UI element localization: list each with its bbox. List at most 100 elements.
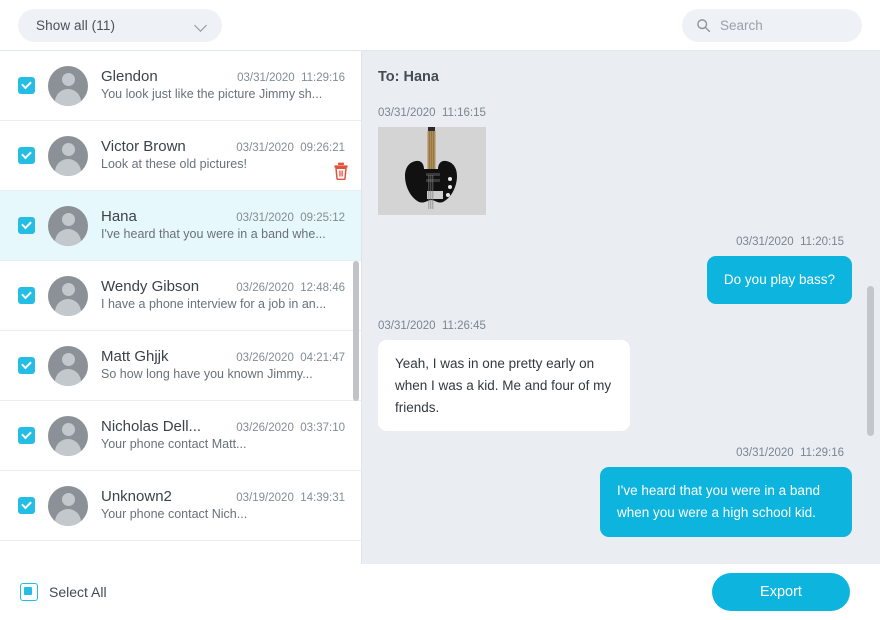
message-bubble: I've heard that you were in a band when …	[600, 467, 852, 538]
row-text: Matt Ghjjk 03/26/2020 04:21:47 So how long…	[101, 348, 347, 383]
conversation-title: To: Hana	[378, 69, 439, 85]
row-timestamp: 03/26/2020 12:48:46	[236, 282, 347, 294]
message-timestamp: 03/31/2020 11:29:16	[378, 447, 852, 459]
row-timestamp: 03/26/2020 04:21:47	[236, 352, 347, 364]
row-checkbox[interactable]	[18, 287, 35, 304]
message-bubble: Do you play bass?	[706, 256, 852, 304]
row-text: Unknown2 03/19/2020 14:39:31 Your phone co…	[101, 488, 347, 523]
row-timestamp: 03/31/2020 11:29:16	[237, 72, 347, 84]
row-date: 03/31/2020	[236, 212, 294, 224]
row-time: 12:48:46	[300, 282, 345, 294]
filter-label: Show all (11)	[36, 17, 116, 33]
message-timestamp: 03/31/2020 11:16:15	[378, 107, 852, 119]
avatar	[48, 415, 88, 456]
outgoing-message: 03/31/2020 11:29:16 I've heard that you w…	[378, 447, 852, 538]
row-text: Hana 03/31/2020 09:25:12 I've heard that y…	[101, 208, 347, 243]
bass-guitar-image	[378, 127, 486, 215]
list-scrollbar[interactable]	[353, 261, 359, 401]
message-preview: So how long have you known Jimmy...	[101, 367, 313, 381]
search-input[interactable]	[720, 17, 880, 33]
message-preview: Your phone contact Nich...	[101, 507, 248, 521]
footer-bar: Select All Export	[0, 564, 880, 620]
row-time: 04:21:47	[300, 352, 345, 364]
row-date: 03/26/2020	[236, 422, 294, 434]
row-time: 09:25:12	[300, 212, 345, 224]
row-text: Glendon 03/31/2020 11:29:16 You look just …	[101, 68, 347, 103]
select-all-control[interactable]: Select All	[20, 583, 107, 601]
row-checkbox[interactable]	[18, 217, 35, 234]
avatar	[48, 205, 88, 246]
contact-name: Hana	[101, 208, 137, 225]
conversation-list-item[interactable]: Victor Brown 03/31/2020 09:26:21 Look at t…	[0, 121, 361, 191]
avatar	[48, 135, 88, 176]
row-checkbox[interactable]	[18, 357, 35, 374]
message-date: 03/31/2020	[736, 447, 794, 460]
row-date: 03/31/2020	[236, 142, 294, 154]
row-text: Nicholas Dell... 03/26/2020 03:37:10 Your …	[101, 418, 347, 453]
row-checkbox[interactable]	[18, 147, 35, 164]
message-preview: Your phone contact Matt...	[101, 437, 247, 451]
image-attachment[interactable]	[378, 127, 486, 215]
row-timestamp: 03/19/2020 14:39:31	[236, 492, 347, 504]
avatar	[48, 275, 88, 316]
delete-conversation-button[interactable]	[333, 162, 349, 181]
row-date: 03/26/2020	[236, 282, 294, 294]
avatar	[48, 345, 88, 386]
message-thread: 03/31/2020 11:16:15 03/31/2020 11:20:15 Do…	[378, 107, 852, 538]
message-preview: You look just like the picture Jimmy sh.…	[101, 87, 323, 101]
avatar	[48, 65, 88, 106]
row-checkbox[interactable]	[18, 427, 35, 444]
message-preview: I've heard that you were in a band whe..…	[101, 227, 326, 241]
contact-name: Glendon	[101, 68, 158, 85]
contact-name: Victor Brown	[101, 138, 186, 155]
row-date: 03/31/2020	[237, 72, 295, 84]
conversation-list-item[interactable]: Wendy Gibson 03/26/2020 12:48:46 I have a …	[0, 261, 361, 331]
conversation-list-item[interactable]: Unknown2 03/19/2020 14:39:31 Your phone co…	[0, 471, 361, 541]
row-date: 03/26/2020	[236, 352, 294, 364]
contact-name: Matt Ghjjk	[101, 348, 169, 365]
main-content: Glendon 03/31/2020 11:29:16 You look just …	[0, 51, 880, 564]
row-checkbox[interactable]	[18, 77, 35, 94]
row-timestamp: 03/31/2020 09:25:12	[236, 212, 347, 224]
app-window: Show all (11) Glendon 03/31/2020 11:29:16…	[0, 0, 880, 620]
message-bubble: Yeah, I was in one pretty early on when …	[378, 339, 630, 432]
contact-name: Wendy Gibson	[101, 278, 200, 295]
chevron-down-icon	[195, 19, 208, 32]
search-icon	[697, 18, 711, 32]
contact-name: Unknown2	[101, 488, 172, 505]
search-box[interactable]	[682, 8, 880, 42]
conversation-list-item[interactable]: Matt Ghjjk 03/26/2020 04:21:47 So how long…	[0, 331, 361, 401]
row-timestamp: 03/26/2020 03:37:10	[236, 422, 347, 434]
conversation-list-item[interactable]: Hana 03/31/2020 09:25:12 I've heard that y…	[0, 191, 361, 261]
conversation-pane: To: Hana 03/31/2020 11:16:15 03/31/2020 1…	[362, 51, 880, 564]
select-all-checkbox[interactable]	[20, 583, 38, 601]
incoming-message: 03/31/2020 11:26:45 Yeah, I was in one pr…	[378, 320, 852, 432]
message-date: 03/31/2020	[736, 236, 794, 248]
message-preview: Look at these old pictures!	[101, 157, 247, 171]
message-time: 11:20:15	[800, 236, 844, 248]
contact-name: Nicholas Dell...	[101, 418, 202, 435]
show-all-filter-dropdown[interactable]: Show all (11)	[18, 8, 222, 42]
conversation-scrollbar[interactable]	[867, 286, 874, 436]
avatar	[48, 485, 88, 526]
toolbar: Show all (11)	[0, 0, 880, 51]
message-date: 03/31/2020	[378, 319, 436, 332]
conversation-list-item[interactable]: Nicholas Dell... 03/26/2020 03:37:10 Your …	[0, 401, 361, 471]
message-date: 03/31/2020	[378, 107, 436, 119]
message-timestamp: 03/31/2020 11:26:45	[378, 320, 852, 332]
row-time: 03:37:10	[300, 422, 345, 434]
message-time: 11:26:45	[441, 319, 486, 332]
message-timestamp: 03/31/2020 11:20:15	[378, 236, 852, 248]
row-time: 14:39:31	[300, 492, 345, 504]
export-button[interactable]: Export	[712, 573, 850, 611]
message-time: 11:29:16	[800, 447, 844, 460]
trash-icon	[334, 162, 348, 181]
conversation-list-item[interactable]: Glendon 03/31/2020 11:29:16 You look just …	[0, 51, 361, 121]
row-text: Wendy Gibson 03/26/2020 12:48:46 I have a …	[101, 278, 347, 313]
row-checkbox[interactable]	[18, 497, 35, 514]
message-preview: I have a phone interview for a job in an…	[101, 297, 327, 311]
row-text: Victor Brown 03/31/2020 09:26:21 Look at t…	[101, 138, 347, 173]
row-timestamp: 03/31/2020 09:26:21	[236, 142, 347, 154]
row-time: 11:29:16	[301, 72, 345, 84]
message-time: 11:16:15	[441, 107, 486, 119]
